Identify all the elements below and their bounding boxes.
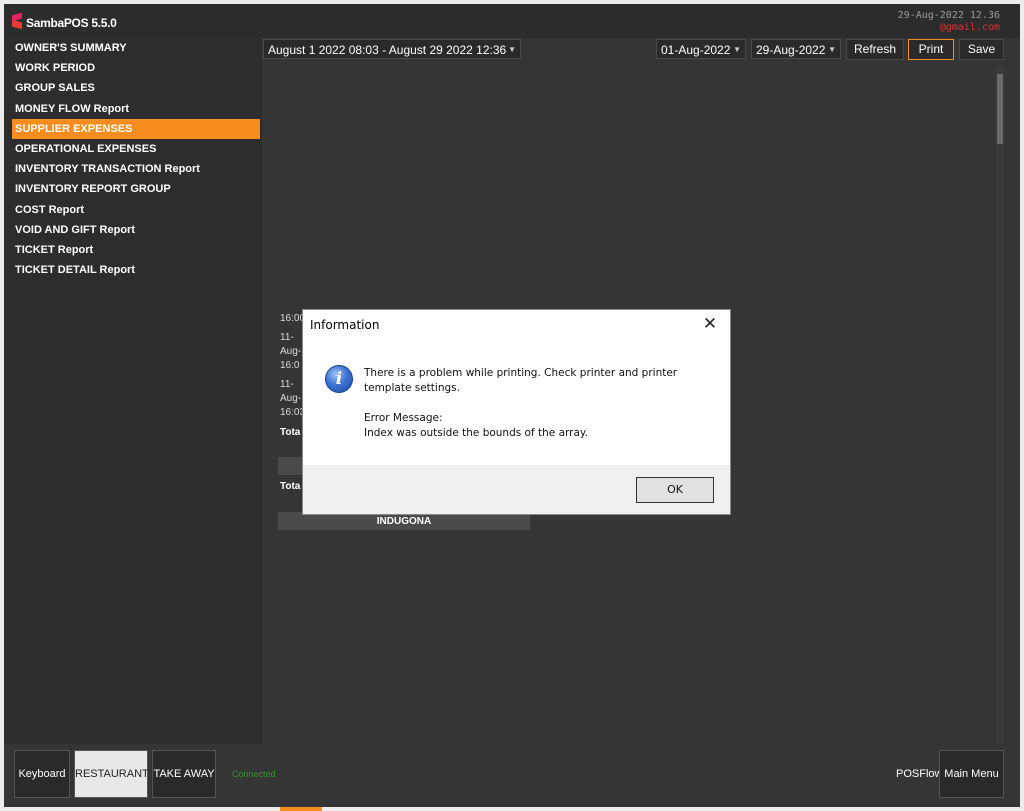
restaurant-button[interactable]: RESTAURANT <box>74 750 149 798</box>
end-date-value: 29-Aug-2022 <box>756 43 826 57</box>
taskbar-indicator <box>280 807 322 811</box>
error-text: Index was outside the bounds of the arra… <box>364 427 588 439</box>
chevron-down-icon: ▼ <box>733 45 741 54</box>
report-item-group-sales[interactable]: GROUP SALES <box>4 78 262 98</box>
report-item-ticket-detail[interactable]: TICKET DETAIL Report <box>4 260 262 280</box>
report-item-owners-summary[interactable]: OWNER'S SUMMARY <box>4 38 262 58</box>
start-date-picker[interactable]: 01-Aug-2022 ▼ <box>656 39 746 59</box>
user-email: @gmail.com <box>939 22 1000 33</box>
work-period-value: August 1 2022 08:03 - August 29 2022 12:… <box>268 43 507 57</box>
dialog-message-block: There is a problem while printing. Check… <box>364 366 709 441</box>
information-dialog: Information ✕ i There is a problem while… <box>302 309 731 515</box>
chevron-down-icon: ▼ <box>508 45 516 54</box>
close-icon[interactable]: ✕ <box>698 313 722 337</box>
work-period-select[interactable]: August 1 2022 08:03 - August 29 2022 12:… <box>263 39 521 59</box>
report-item-ticket[interactable]: TICKET Report <box>4 240 262 260</box>
dialog-message: There is a problem while printing. Check… <box>364 367 678 394</box>
current-datetime: 29-Aug-2022 12.36 <box>897 10 1000 21</box>
info-icon: i <box>325 365 353 393</box>
report-cell: Aug- <box>280 346 302 357</box>
chevron-down-icon: ▼ <box>828 45 836 54</box>
report-item-cost[interactable]: COST Report <box>4 200 262 220</box>
report-cell: 16:0 <box>280 360 300 371</box>
bottom-bar: Keyboard RESTAURANT TAKE AWAY Connected … <box>4 744 1020 807</box>
report-item-supplier-expenses[interactable]: SUPPLIER EXPENSES <box>12 118 260 139</box>
report-cell: Aug- <box>280 393 302 404</box>
report-total: Tota <box>280 481 301 492</box>
keyboard-button[interactable]: Keyboard <box>14 750 70 798</box>
sambapos-logo-icon <box>12 12 22 30</box>
report-item-money-flow[interactable]: MONEY FLOW Report <box>4 99 262 119</box>
report-list: OWNER'S SUMMARY WORK PERIOD GROUP SALES … <box>4 38 262 744</box>
error-label: Error Message: <box>364 412 443 424</box>
report-total: Tota <box>280 427 301 438</box>
end-date-picker[interactable]: 29-Aug-2022 ▼ <box>751 39 841 59</box>
ok-button[interactable]: OK <box>636 477 714 503</box>
report-cell: 11- <box>280 332 294 343</box>
app-title: SambaPOS 5.5.0 <box>26 16 117 30</box>
dialog-title: Information <box>310 318 380 332</box>
report-item-inventory-report-group[interactable]: INVENTORY REPORT GROUP <box>4 179 262 199</box>
title-bar: SambaPOS 5.5.0 29-Aug-2022 12.36 @gmail.… <box>4 4 1020 38</box>
posflow-label: POSFlow <box>896 768 943 780</box>
main-menu-button[interactable]: Main Menu <box>939 750 1004 798</box>
clock-panel: 29-Aug-2022 12.36 @gmail.com <box>898 10 1000 34</box>
scrollbar-thumb[interactable] <box>997 74 1003 144</box>
report-item-void-and-gift[interactable]: VOID AND GIFT Report <box>4 220 262 240</box>
start-date-value: 01-Aug-2022 <box>661 43 731 57</box>
report-scrollbar[interactable] <box>996 66 1004 746</box>
report-item-work-period[interactable]: WORK PERIOD <box>4 58 262 78</box>
print-button[interactable]: Print <box>908 39 954 60</box>
connection-status: Connected <box>232 769 276 779</box>
refresh-button[interactable]: Refresh <box>846 39 904 60</box>
take-away-button[interactable]: TAKE AWAY <box>152 750 216 798</box>
report-cell: 11- <box>280 379 294 390</box>
report-item-operational-expenses[interactable]: OPERATIONAL EXPENSES <box>4 139 262 159</box>
report-item-inventory-transaction[interactable]: INVENTORY TRANSACTION Report <box>4 159 262 179</box>
save-button[interactable]: Save <box>959 39 1004 60</box>
